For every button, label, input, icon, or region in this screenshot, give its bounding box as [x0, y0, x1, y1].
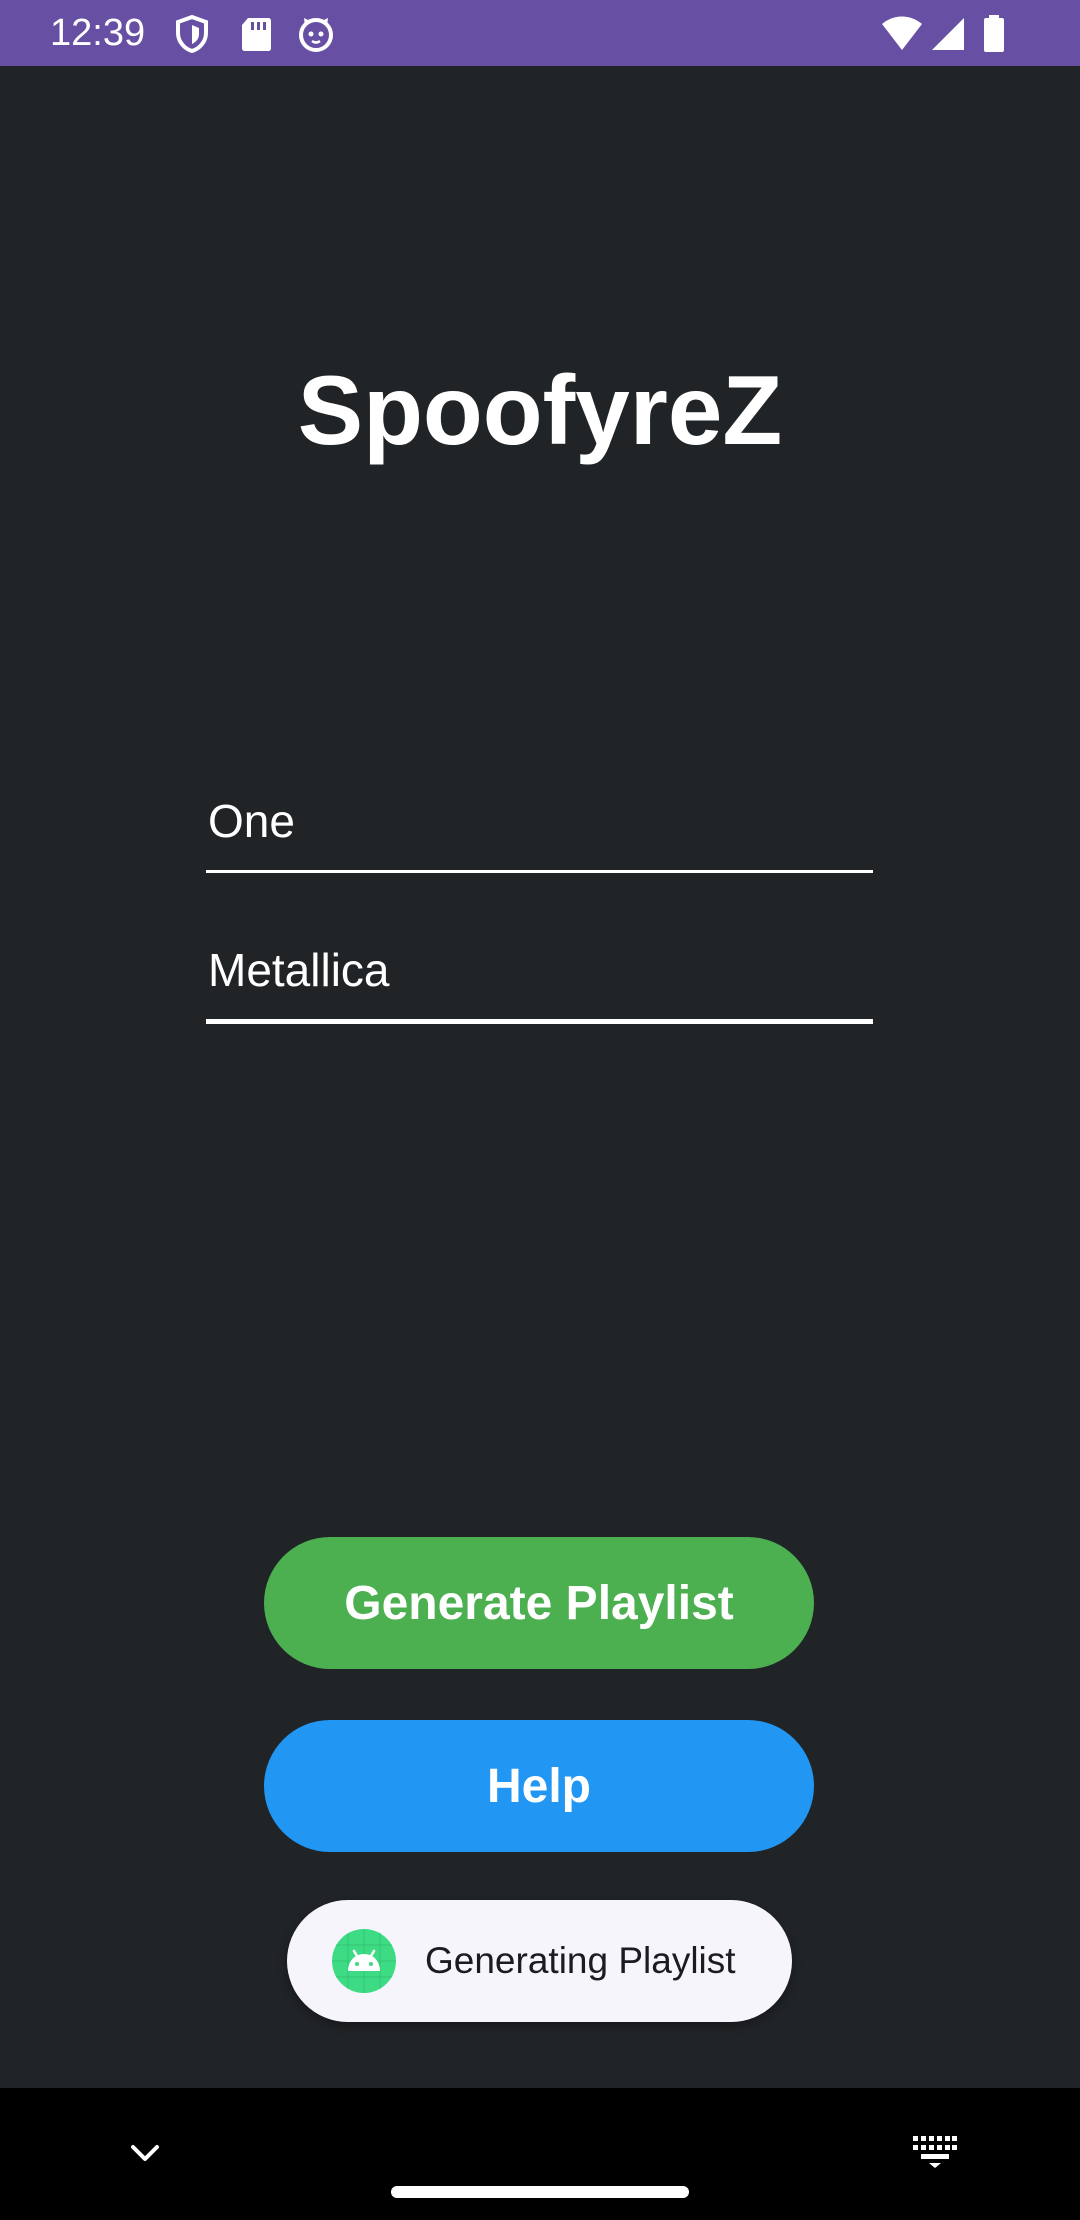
- artist-input-underline: [206, 1019, 873, 1024]
- app-screen: 12:39 SpoofyreZ One Metallica Generate P…: [0, 0, 1080, 2220]
- navigation-bar: [0, 2088, 1080, 2220]
- song-input-underline: [206, 870, 873, 873]
- song-input[interactable]: [206, 776, 873, 866]
- sd-card-icon: [236, 14, 276, 54]
- shield-icon: [172, 14, 212, 54]
- status-bar: 12:39: [0, 0, 1080, 66]
- help-button[interactable]: Help: [264, 1720, 814, 1852]
- keyboard-icon[interactable]: [912, 2134, 958, 2168]
- app-title: SpoofyreZ: [297, 355, 783, 465]
- toast: Generating Playlist: [287, 1900, 792, 2022]
- cat-face-icon: [296, 14, 336, 54]
- signal-icon: [928, 14, 968, 54]
- home-handle[interactable]: [391, 2186, 689, 2198]
- toast-message: Generating Playlist: [425, 1940, 736, 1981]
- generate-playlist-button[interactable]: Generate Playlist: [264, 1537, 814, 1669]
- wifi-icon: [880, 14, 924, 54]
- chevron-down-icon[interactable]: [128, 2136, 162, 2170]
- status-time: 12:39: [50, 12, 146, 54]
- battery-icon: [980, 14, 1008, 54]
- artist-input[interactable]: [206, 925, 873, 1015]
- android-icon: [332, 1929, 396, 1993]
